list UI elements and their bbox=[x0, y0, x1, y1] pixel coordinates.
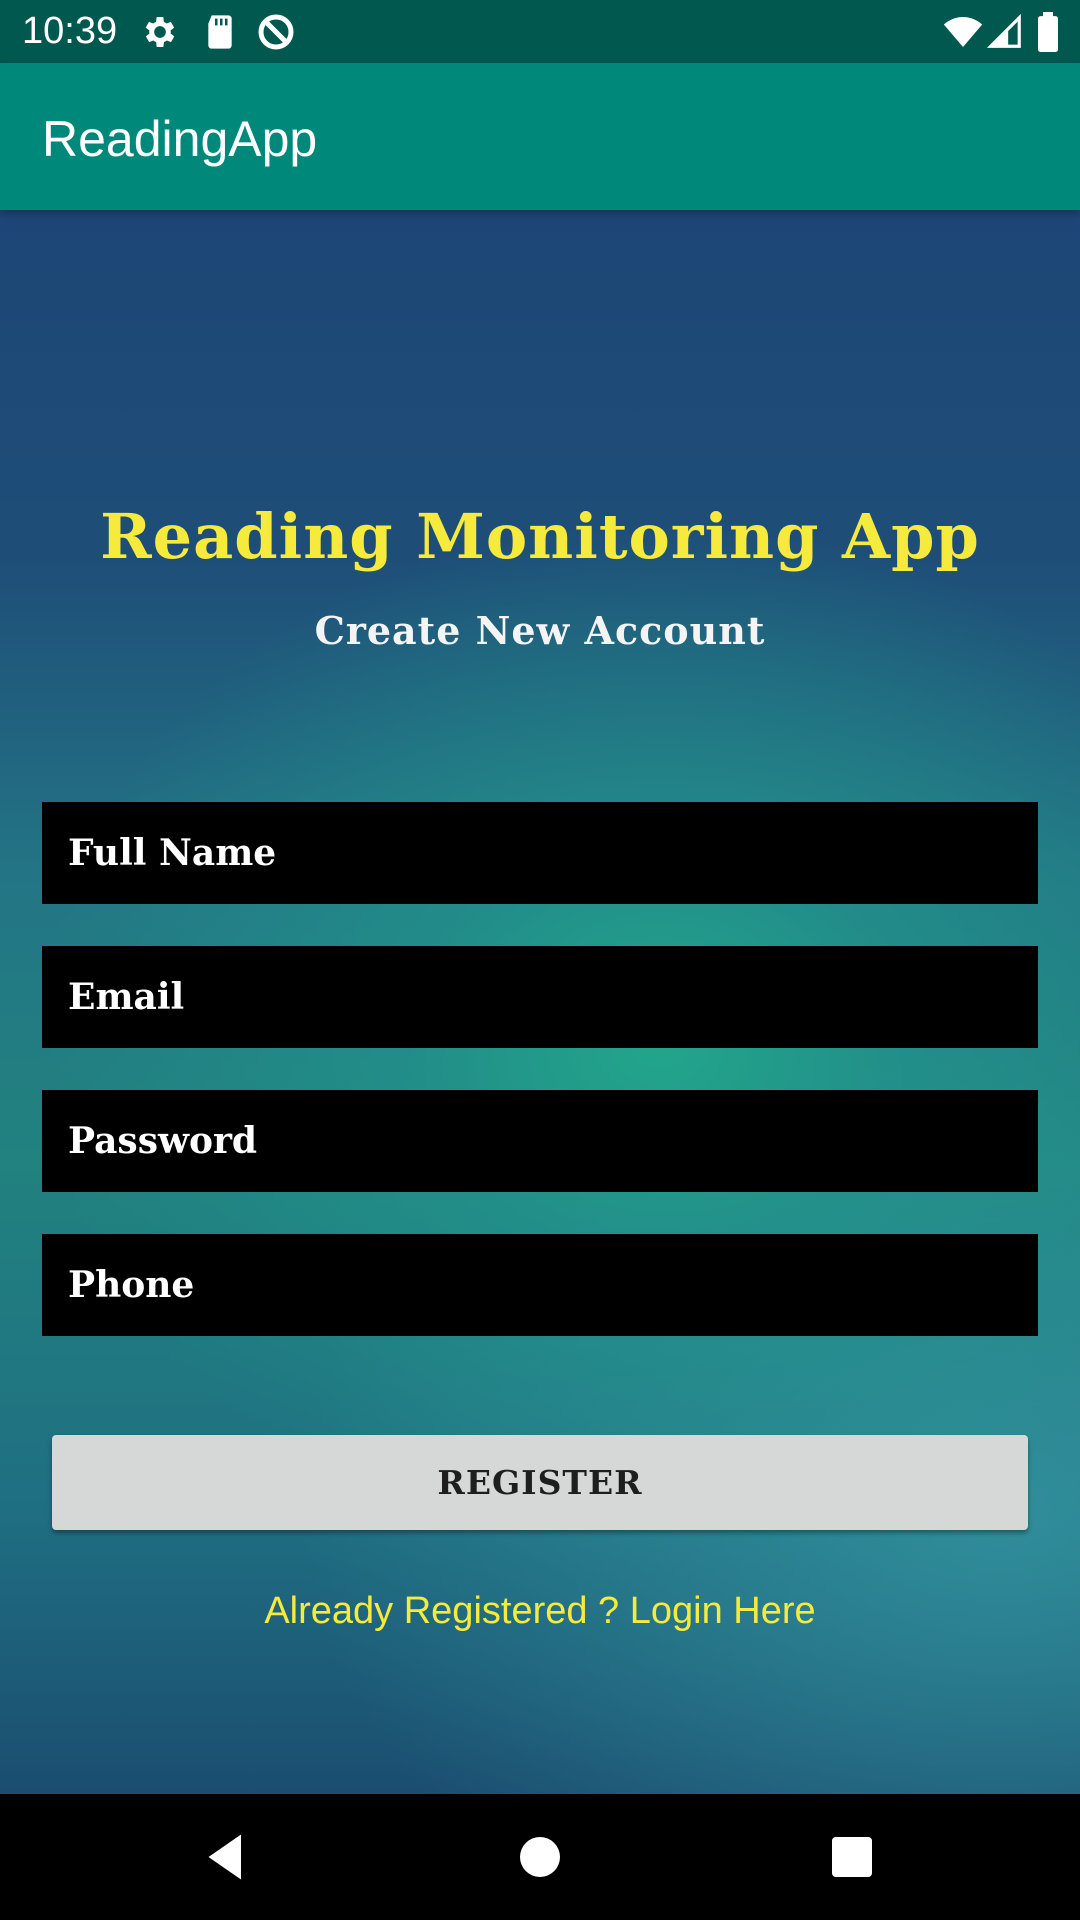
back-triangle-icon[interactable] bbox=[196, 1827, 256, 1887]
status-bar: 10:39 bbox=[0, 0, 1080, 63]
email-field[interactable] bbox=[42, 946, 1038, 1048]
battery-icon bbox=[1034, 12, 1062, 53]
login-link[interactable]: Already Registered ? Login Here bbox=[0, 1590, 1080, 1633]
app-bar: ReadingApp bbox=[0, 63, 1080, 210]
screen: 10:39 ReadingApp Reading Monitoring App … bbox=[0, 0, 1080, 1920]
home-circle-icon[interactable] bbox=[510, 1827, 570, 1887]
register-button[interactable]: REGISTER bbox=[52, 1435, 1028, 1530]
navigation-bar bbox=[0, 1794, 1080, 1920]
full-name-field[interactable] bbox=[42, 802, 1038, 904]
wifi-icon bbox=[942, 12, 983, 52]
data-saver-icon bbox=[256, 12, 296, 52]
page-subheadline: Create New Account bbox=[314, 608, 766, 653]
sd-card-icon bbox=[200, 12, 240, 52]
settings-gear-icon bbox=[140, 12, 180, 52]
page-headline: Reading Monitoring App bbox=[100, 500, 980, 573]
password-field[interactable] bbox=[42, 1090, 1038, 1192]
app-title: ReadingApp bbox=[42, 111, 318, 167]
cell-signal-icon bbox=[986, 12, 1026, 52]
recents-square-icon[interactable] bbox=[822, 1827, 882, 1887]
register-form-area: Reading Monitoring App Create New Accoun… bbox=[0, 210, 1080, 1794]
phone-field[interactable] bbox=[42, 1234, 1038, 1336]
status-time: 10:39 bbox=[22, 10, 118, 52]
